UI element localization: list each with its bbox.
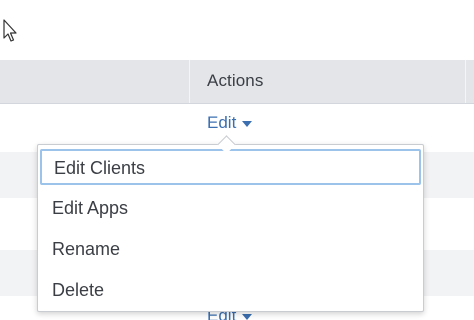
menu-item-edit-apps[interactable]: Edit Apps [38,188,423,228]
menu-item-delete[interactable]: Delete [38,270,423,310]
column-divider[interactable] [465,60,466,103]
menu-item-rename[interactable]: Rename [38,229,423,269]
caret-down-icon [242,120,253,127]
caret-down-icon [242,313,253,320]
edit-label: Edit [207,113,237,132]
actions-column-header[interactable]: Actions [207,71,263,91]
menu-item-edit-clients[interactable]: Edit Clients [40,149,421,185]
actions-dropdown-menu: Edit Clients Edit Apps Rename Delete [37,144,424,312]
edit-dropdown-button[interactable]: Edit [207,113,253,133]
mouse-pointer-icon [3,19,17,42]
column-divider[interactable] [189,60,190,103]
table-header: Actions [0,60,474,104]
page: Actions Edit Edit Edit Clients Edit Apps… [0,0,474,320]
